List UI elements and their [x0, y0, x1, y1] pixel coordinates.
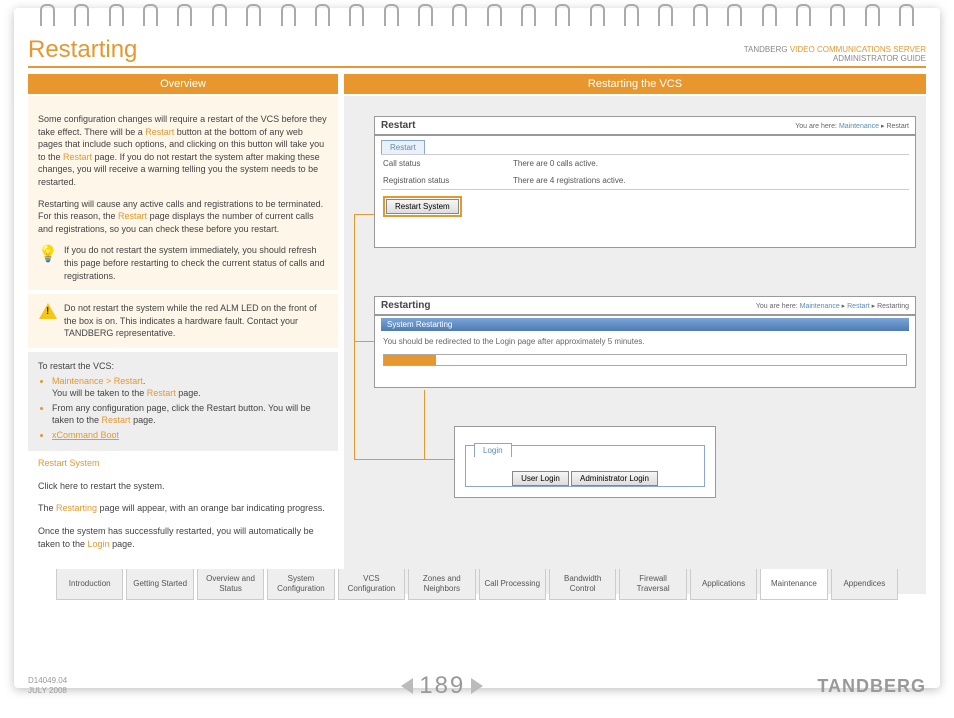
- restart-system-desc: Restart System Click here to restart the…: [28, 457, 338, 552]
- tab-introduction[interactable]: Introduction: [56, 569, 123, 600]
- header-subtitle: TANDBERG VIDEO COMMUNICATIONS SERVERADMI…: [744, 45, 926, 64]
- tab-bandwidth[interactable]: Bandwidth Control: [549, 569, 616, 600]
- tab-restart[interactable]: Restart: [381, 140, 425, 154]
- tab-login[interactable]: Login: [474, 443, 512, 457]
- progress-bar: [383, 354, 907, 366]
- page-title: Restarting: [28, 36, 137, 64]
- banner-restarting: Restarting the VCS: [344, 74, 926, 94]
- restarting-panel: RestartingYou are here: Maintenance ▸ Re…: [374, 296, 916, 388]
- user-login-button[interactable]: User Login: [512, 471, 569, 486]
- next-page-icon[interactable]: [471, 678, 483, 694]
- banner-overview: Overview: [28, 74, 338, 94]
- nav-tabs: Introduction Getting Started Overview an…: [56, 569, 898, 600]
- restart-system-button[interactable]: Restart System: [386, 199, 459, 214]
- tab-getting-started[interactable]: Getting Started: [126, 569, 193, 600]
- brand-logo: TANDBERG: [817, 676, 926, 697]
- tab-vcs-config[interactable]: VCS Configuration: [338, 569, 405, 600]
- doc-id: D14049.04JULY 2008: [28, 676, 67, 695]
- howto-box: To restart the VCS: Maintenance > Restar…: [28, 352, 338, 452]
- tab-overview-status[interactable]: Overview and Status: [197, 569, 264, 600]
- tab-zones[interactable]: Zones and Neighbors: [408, 569, 475, 600]
- prev-page-icon[interactable]: [401, 678, 413, 694]
- tab-appendices[interactable]: Appendices: [831, 569, 898, 600]
- page-number: 189: [401, 672, 483, 700]
- tab-applications[interactable]: Applications: [690, 569, 757, 600]
- restart-panel: Restart You are here: Maintenance ▸ Resta…: [374, 116, 916, 248]
- login-panel: Login User Login Administrator Login: [454, 426, 716, 498]
- lightbulb-icon: 💡: [38, 244, 58, 282]
- tab-system-config[interactable]: System Configuration: [267, 569, 334, 600]
- warning-box: Do not restart the system while the red …: [28, 294, 338, 348]
- warning-icon: [38, 302, 58, 340]
- tab-firewall[interactable]: Firewall Traversal: [619, 569, 686, 600]
- admin-login-button[interactable]: Administrator Login: [571, 471, 658, 486]
- breadcrumb: You are here: Maintenance ▸ Restart: [795, 122, 909, 130]
- xcommand-link[interactable]: xCommand Boot: [52, 430, 119, 440]
- tab-call-processing[interactable]: Call Processing: [479, 569, 546, 600]
- tab-maintenance[interactable]: Maintenance: [760, 569, 827, 600]
- overview-text: Some configuration changes will require …: [28, 96, 338, 290]
